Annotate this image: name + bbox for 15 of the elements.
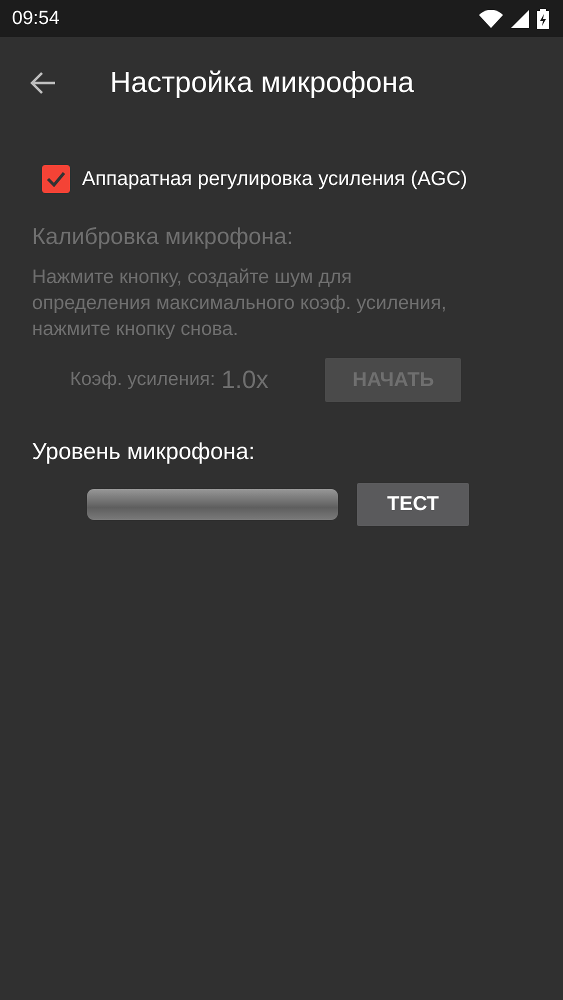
screen-title: Настройка микрофона <box>110 66 414 100</box>
gain-value: 1.0x <box>221 366 270 394</box>
gain-label: Коэф. усиления: <box>70 369 216 391</box>
calibration-heading: Калибровка микрофона: <box>32 223 294 250</box>
back-arrow-icon[interactable] <box>30 71 56 95</box>
checkmark-icon <box>46 171 66 187</box>
test-button[interactable]: ТЕСТ <box>357 483 469 526</box>
calibration-description: Нажмите кнопку, создайте шум для определения максимального коэф. усиления, нажмите кнопку снова. <box>32 265 448 342</box>
status-time: 09:54 <box>12 8 60 30</box>
wifi-icon <box>479 10 503 28</box>
mic-level-heading: Уровень микрофона: <box>32 438 256 465</box>
agc-checkbox[interactable] <box>42 165 70 193</box>
signal-icon <box>511 10 529 28</box>
agc-label: Аппаратная регулировка усиления (AGC) <box>82 168 468 190</box>
battery-icon <box>537 8 549 28</box>
